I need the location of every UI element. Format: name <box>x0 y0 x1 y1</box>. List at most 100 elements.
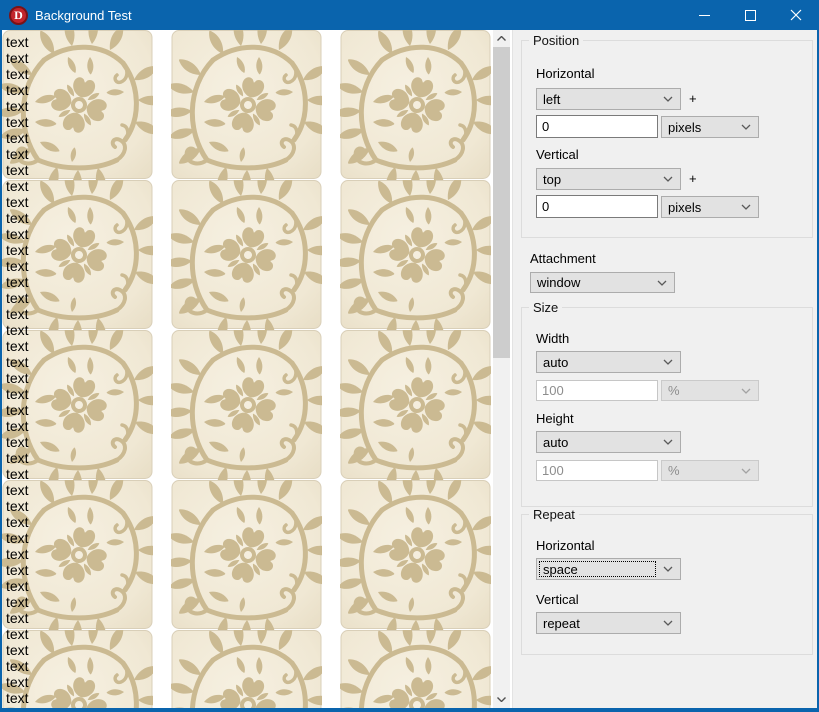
overlay-text-line: text <box>6 242 29 258</box>
ornament-tile-image <box>171 180 322 330</box>
background-preview: texttexttexttexttexttexttexttexttexttext… <box>2 30 491 708</box>
overlay-text-line: text <box>6 530 29 546</box>
settings-panel: Position Horizontal left + pixels Vertic… <box>512 30 817 708</box>
ornament-tile-image <box>171 480 322 630</box>
overlay-text-line: text <box>6 498 29 514</box>
overlay-text-line: text <box>6 162 29 178</box>
ornament-tile-image <box>340 180 491 330</box>
ornament-tile-image <box>171 330 322 480</box>
ornament-tile-image <box>340 330 491 480</box>
overlay-text-line: text <box>6 210 29 226</box>
horizontal-repeat-select[interactable]: space <box>536 558 681 580</box>
overlay-text-line: text <box>6 338 29 354</box>
horizontal-repeat-value: space <box>543 562 578 577</box>
attachment-value: window <box>537 275 580 290</box>
position-group-title: Position <box>529 33 583 48</box>
vertical-position-select[interactable]: top <box>536 168 681 190</box>
height-select[interactable]: auto <box>536 431 681 453</box>
width-select-value: auto <box>543 355 568 370</box>
repeat-group-title: Repeat <box>529 507 579 522</box>
chevron-down-icon <box>663 359 673 365</box>
chevron-down-icon <box>497 697 506 702</box>
close-icon <box>790 9 802 21</box>
horizontal-position-label: Horizontal <box>536 66 595 81</box>
chevron-down-icon <box>663 176 673 182</box>
overlay-text-line: text <box>6 178 29 194</box>
overlay-text-line: text <box>6 146 29 162</box>
vertical-scrollbar[interactable] <box>493 30 510 708</box>
tiled-background <box>2 30 491 708</box>
vertical-offset-input[interactable] <box>536 195 658 218</box>
overlay-text-line: text <box>6 34 29 50</box>
overlay-text-line: text <box>6 402 29 418</box>
overlay-text-line: text <box>6 50 29 66</box>
vertical-repeat-select[interactable]: repeat <box>536 612 681 634</box>
overlay-text-line: text <box>6 514 29 530</box>
maximize-icon <box>745 10 756 21</box>
ornament-tile-image <box>340 30 491 180</box>
overlay-text-line: text <box>6 594 29 610</box>
overlay-text-line: text <box>6 610 29 626</box>
horizontal-unit-value: pixels <box>668 120 701 135</box>
close-button[interactable] <box>773 0 819 30</box>
horizontal-position-select[interactable]: left <box>536 88 681 110</box>
overlay-text-line: text <box>6 370 29 386</box>
overlay-text-line: text <box>6 226 29 242</box>
tile-column <box>340 30 491 708</box>
overlay-text-line: text <box>6 418 29 434</box>
minimize-button[interactable] <box>681 0 727 30</box>
chevron-down-icon <box>663 620 673 626</box>
overlay-text-line: text <box>6 274 29 290</box>
height-unit-select[interactable]: % <box>661 460 759 481</box>
ornament-tile-image <box>340 480 491 630</box>
vertical-position-label: Vertical <box>536 147 579 162</box>
overlay-text-line: text <box>6 306 29 322</box>
chevron-down-icon <box>663 566 673 572</box>
size-group-title: Size <box>529 300 562 315</box>
overlay-text-line: text <box>6 642 29 658</box>
window-title: Background Test <box>35 8 681 23</box>
overlay-text-line: text <box>6 386 29 402</box>
horizontal-offset-input[interactable] <box>536 115 658 138</box>
scroll-up-button[interactable] <box>493 30 510 47</box>
ornament-tile-image <box>340 630 491 708</box>
overlay-text-line: text <box>6 626 29 642</box>
overlay-text-line: text <box>6 322 29 338</box>
overlay-text-line: text <box>6 114 29 130</box>
app-icon[interactable]: D <box>9 6 28 25</box>
horizontal-unit-select[interactable]: pixels <box>661 116 759 138</box>
overlay-text-line: text <box>6 578 29 594</box>
overlay-text-line: text <box>6 658 29 674</box>
scrollbar-thumb[interactable] <box>493 47 510 358</box>
overlay-text-line: text <box>6 546 29 562</box>
maximize-button[interactable] <box>727 0 773 30</box>
overlay-text-line: text <box>6 98 29 114</box>
app-window: D Background Test texttexttexttexttextte… <box>0 0 819 712</box>
minimize-icon <box>699 10 710 21</box>
overlay-text-line: text <box>6 82 29 98</box>
attachment-select[interactable]: window <box>530 272 675 293</box>
vertical-unit-select[interactable]: pixels <box>661 196 759 218</box>
vertical-unit-value: pixels <box>668 200 701 215</box>
overlay-text-line: text <box>6 450 29 466</box>
height-value-input[interactable] <box>536 460 658 481</box>
titlebar: D Background Test <box>0 0 819 30</box>
width-value-input[interactable] <box>536 380 658 401</box>
overlay-text-line: text <box>6 482 29 498</box>
vertical-repeat-value: repeat <box>543 616 580 631</box>
tile-column <box>171 30 322 708</box>
chevron-down-icon <box>741 468 751 474</box>
overlay-text-line: text <box>6 130 29 146</box>
plus-label: + <box>689 171 697 186</box>
chevron-down-icon <box>741 204 751 210</box>
width-select[interactable]: auto <box>536 351 681 373</box>
vertical-position-value: top <box>543 172 561 187</box>
height-select-value: auto <box>543 435 568 450</box>
preview-text-overlay: texttexttexttexttexttexttexttexttexttext… <box>6 34 29 706</box>
overlay-text-line: text <box>6 562 29 578</box>
width-unit-select[interactable]: % <box>661 380 759 401</box>
height-unit-value: % <box>668 463 680 478</box>
scroll-down-button[interactable] <box>493 691 510 708</box>
overlay-text-line: text <box>6 466 29 482</box>
overlay-text-line: text <box>6 290 29 306</box>
